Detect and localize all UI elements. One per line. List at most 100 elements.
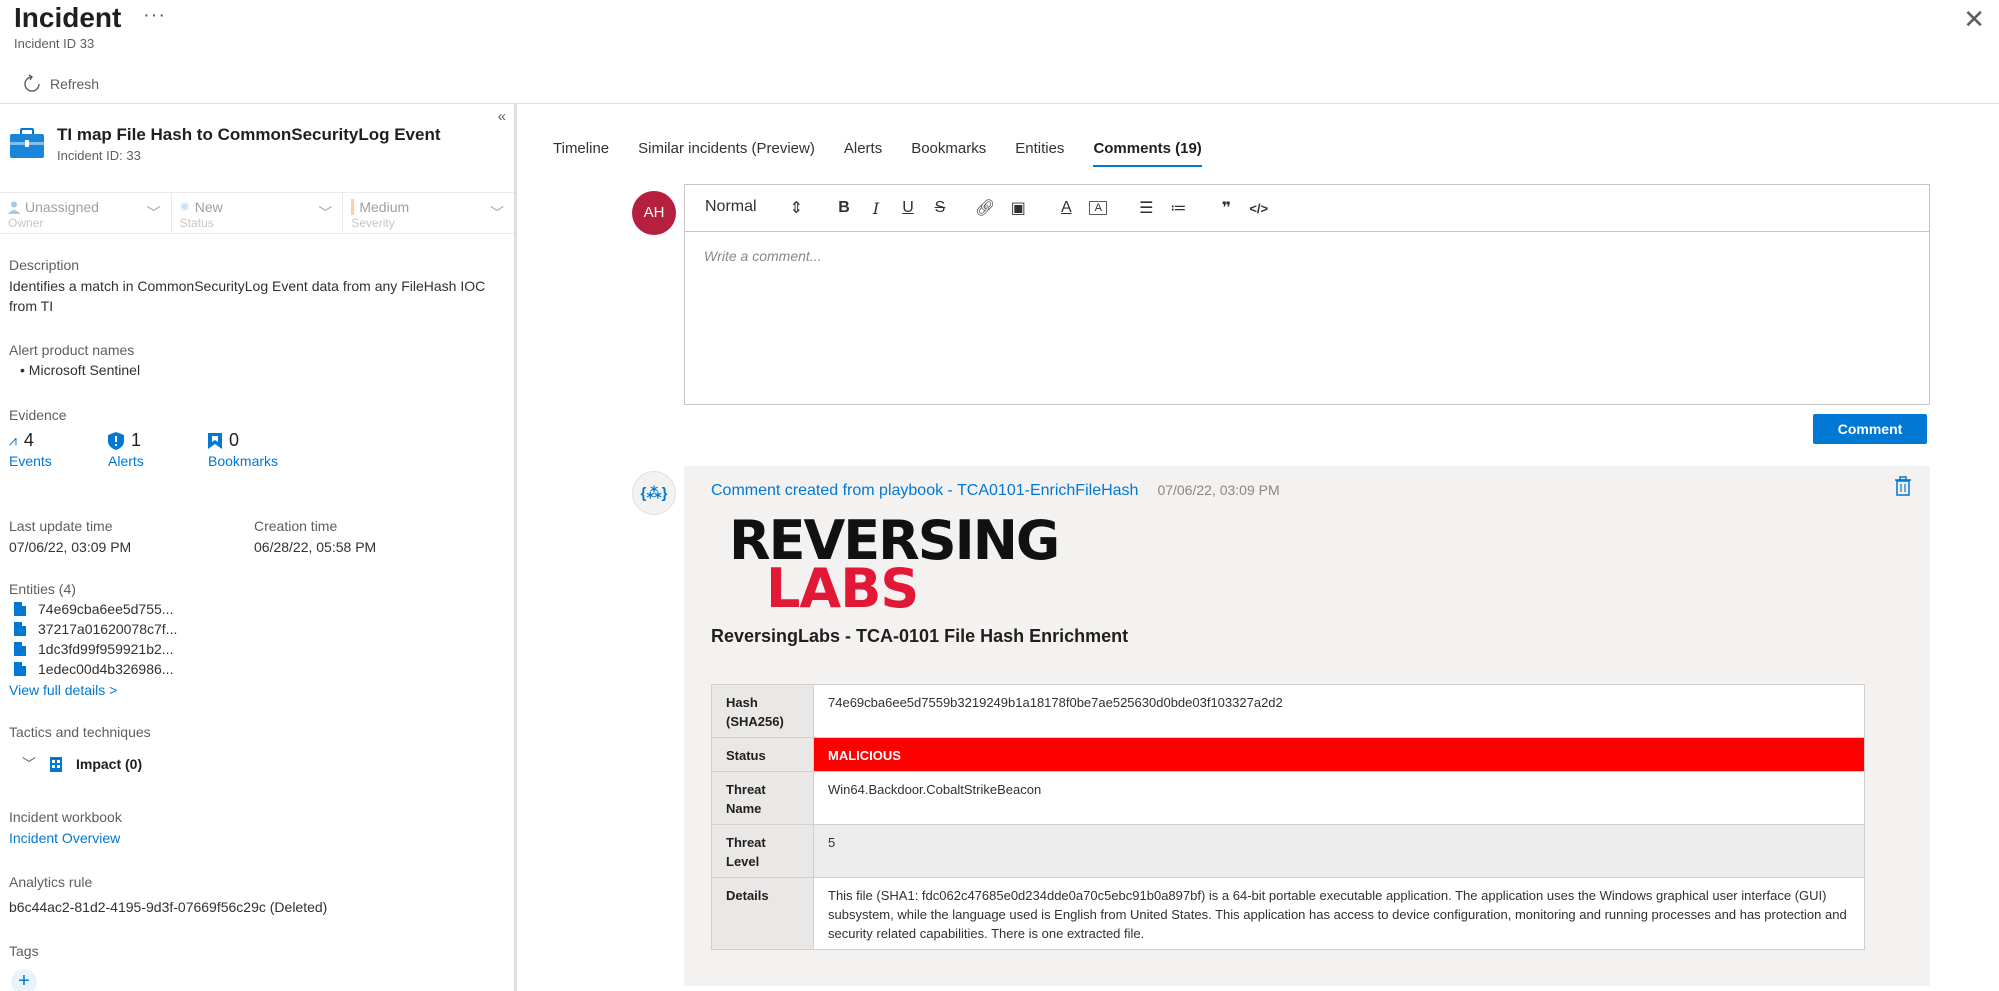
- tab-bookmarks[interactable]: Bookmarks: [911, 140, 986, 167]
- underline-icon[interactable]: U: [899, 199, 917, 217]
- incident-tabs: Timeline Similar incidents (Preview) Ale…: [553, 140, 1202, 167]
- comment-input[interactable]: Write a comment...: [685, 232, 1929, 280]
- highlight-icon[interactable]: A: [1089, 201, 1108, 215]
- reversinglabs-logo: REVERSING LABS: [729, 509, 1060, 620]
- italic-icon[interactable]: I: [867, 199, 885, 218]
- workbook-label: Incident workbook: [9, 809, 122, 825]
- chevron-down-icon: ﹀: [146, 205, 161, 221]
- incident-id: Incident ID: 33: [57, 148, 141, 163]
- refresh-button[interactable]: Refresh: [22, 74, 99, 94]
- row-value: This file (SHA1: fdc062c47685e0d234dde0a…: [813, 877, 1865, 950]
- page-subtitle: Incident ID 33: [14, 36, 95, 51]
- add-tag-button[interactable]: +: [11, 969, 37, 991]
- tactics-label: Tactics and techniques: [9, 724, 151, 740]
- tab-similar-incidents[interactable]: Similar incidents (Preview): [638, 140, 815, 167]
- report-title: ReversingLabs - TCA-0101 File Hash Enric…: [711, 626, 1129, 646]
- last-update-label: Last update time: [9, 518, 113, 534]
- row-key: Details: [711, 877, 814, 950]
- bookmark-icon: [208, 432, 222, 449]
- table-row: Hash (SHA256) 74e69cba6ee5d7559b3219249b…: [711, 684, 1865, 738]
- entity-item[interactable]: 74e69cba6ee5d755...: [14, 601, 173, 617]
- evidence-alerts[interactable]: 1 Alerts: [108, 430, 144, 469]
- table-row: Details This file (SHA1: fdc062c47685e0d…: [711, 877, 1865, 950]
- numbered-list-icon[interactable]: ≔: [1169, 198, 1187, 218]
- file-icon: [14, 602, 26, 616]
- entity-item[interactable]: 37217a01620078c7f...: [14, 621, 177, 637]
- row-key: Hash (SHA256): [711, 684, 814, 738]
- severity-label: Severity: [351, 216, 395, 230]
- chevron-down-icon: ﹀: [22, 756, 36, 772]
- row-key: Status: [711, 737, 814, 772]
- link-icon[interactable]: 🔗︎: [975, 198, 995, 218]
- status-malicious: MALICIOUS: [813, 737, 1865, 772]
- collapse-panel-icon[interactable]: «: [498, 108, 506, 125]
- comment-header: Comment created from playbook - TCA0101-…: [711, 482, 1280, 500]
- workbook-link[interactable]: Incident Overview: [9, 828, 120, 848]
- code-icon[interactable]: </>: [1249, 201, 1268, 216]
- editor-toolbar: Normal ⇕ B I U S 🔗︎ ▣ A A ☰ ≔ ❞ </>: [685, 185, 1929, 232]
- tab-comments[interactable]: Comments (19): [1093, 140, 1202, 167]
- events-link[interactable]: Events: [9, 453, 52, 469]
- tactic-impact[interactable]: ﹀ Impact (0): [22, 754, 142, 774]
- close-icon[interactable]: ✕: [1963, 4, 1985, 35]
- tab-entities[interactable]: Entities: [1015, 140, 1064, 167]
- comment-submit-button[interactable]: Comment: [1813, 414, 1927, 444]
- blade-header: Incident ··· Incident ID 33 ✕ Refresh: [0, 0, 1999, 100]
- row-value: 5: [813, 824, 1865, 878]
- table-row: Threat Name Win64.Backdoor.CobaltStrikeB…: [711, 771, 1865, 825]
- bookmarks-link[interactable]: Bookmarks: [208, 453, 278, 469]
- incident-name: TI map File Hash to CommonSecurityLog Ev…: [57, 125, 441, 144]
- evidence-events[interactable]: ⩘ 4 Events: [9, 430, 52, 469]
- bullet-list-icon[interactable]: ☰: [1137, 198, 1155, 218]
- owner-label: Owner: [8, 216, 44, 230]
- entities-label: Entities (4): [9, 581, 76, 597]
- format-select[interactable]: Normal ⇕: [705, 198, 803, 218]
- entity-item[interactable]: 1edec00d4b326986...: [14, 661, 173, 677]
- page-title: Incident: [14, 2, 122, 33]
- image-icon[interactable]: ▣: [1009, 198, 1027, 218]
- person-icon: [8, 201, 20, 214]
- comment-author[interactable]: Comment created from playbook - TCA0101-…: [711, 482, 1138, 500]
- view-full-details-link[interactable]: View full details >: [9, 680, 117, 700]
- analytics-rule-value: b6c44ac2-81d2-4195-9d3f-07669f56c29c (De…: [9, 899, 328, 915]
- creation-time-label: Creation time: [254, 518, 338, 534]
- description-label: Description: [9, 257, 80, 273]
- row-value: Win64.Backdoor.CobaltStrikeBeacon: [813, 771, 1865, 825]
- evidence-bookmarks[interactable]: 0 Bookmarks: [208, 430, 278, 469]
- status-row: Unassigned Owner ﹀ ✺ New Status ﹀ Medium…: [0, 192, 514, 234]
- description-text: Identifies a match in CommonSecurityLog …: [9, 278, 486, 314]
- severity-value: Medium: [359, 199, 410, 215]
- analytics-rule-label: Analytics rule: [9, 874, 93, 890]
- owner-dropdown[interactable]: Unassigned Owner ﹀: [0, 193, 171, 233]
- playbook-icon: {⁂}: [632, 471, 676, 515]
- owner-value: Unassigned: [25, 199, 99, 215]
- severity-dropdown[interactable]: Medium Severity ﹀: [342, 193, 514, 233]
- more-options-icon[interactable]: ···: [143, 4, 166, 27]
- trash-icon[interactable]: [1893, 476, 1913, 496]
- severity-bar-icon: [351, 199, 355, 215]
- tactic-label: Impact (0): [76, 756, 143, 772]
- last-update-value: 07/06/22, 03:09 PM: [9, 539, 132, 555]
- entity-item[interactable]: 1dc3fd99f959921b2...: [14, 641, 173, 657]
- refresh-icon: [24, 74, 40, 92]
- strikethrough-icon[interactable]: S: [931, 199, 949, 217]
- row-value: 74e69cba6ee5d7559b3219249b1a18178f0be7ae…: [813, 684, 1865, 738]
- tab-alerts[interactable]: Alerts: [844, 140, 882, 167]
- bold-icon[interactable]: B: [835, 199, 853, 217]
- comment-editor: Normal ⇕ B I U S 🔗︎ ▣ A A ☰ ≔ ❞ </> Write…: [684, 184, 1930, 405]
- file-icon: [14, 622, 26, 636]
- row-key: Threat Name: [711, 771, 814, 825]
- quote-icon[interactable]: ❞: [1217, 198, 1235, 218]
- tab-timeline[interactable]: Timeline: [553, 140, 609, 167]
- evidence-label: Evidence: [9, 407, 67, 423]
- comment-card: Comment created from playbook - TCA0101-…: [684, 466, 1930, 986]
- comment-time: 07/06/22, 03:09 PM: [1157, 482, 1280, 498]
- select-arrows-icon: ⇕: [789, 200, 803, 217]
- chevron-down-icon: ﹀: [318, 205, 333, 221]
- enrichment-table: Hash (SHA256) 74e69cba6ee5d7559b3219249b…: [711, 684, 1865, 950]
- text-color-icon[interactable]: A: [1057, 199, 1075, 217]
- alerts-link[interactable]: Alerts: [108, 453, 144, 469]
- status-dropdown[interactable]: ✺ New Status ﹀: [170, 193, 343, 233]
- briefcase-icon: [10, 128, 44, 158]
- alert-product-item: • Microsoft Sentinel: [20, 362, 141, 378]
